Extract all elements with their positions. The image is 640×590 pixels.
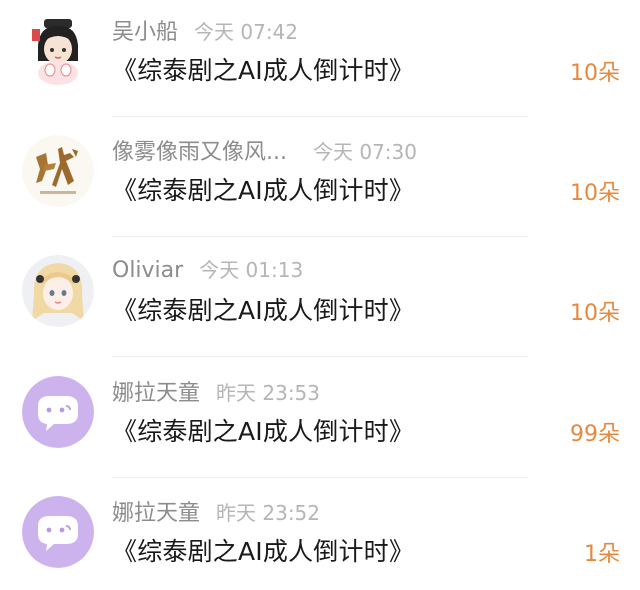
timestamp: 今天 07:30 (312, 140, 417, 164)
flower-count: 1朵 (584, 542, 620, 567)
default-chat-avatar-icon (22, 496, 94, 568)
sender-name[interactable]: 像雾像雨又像风... (112, 140, 287, 165)
calligraphy-zhan-avatar-icon (22, 135, 94, 207)
blonde-girl-avatar-icon (22, 255, 94, 327)
sender-name[interactable]: Oliviar (112, 258, 183, 283)
list-item[interactable]: Oliviar 今天 01:13 《综泰剧之AI成人倒计时》 10朵 (0, 237, 640, 357)
sender-name[interactable]: 娜拉天童 (112, 501, 200, 526)
list-item[interactable]: 娜拉天童 昨天 23:52 《综泰剧之AI成人倒计时》 1朵 (0, 478, 640, 590)
gift-title: 《综泰剧之AI成人倒计时》 (112, 176, 415, 205)
flower-count: 10朵 (570, 301, 620, 326)
list-item[interactable]: 像雾像雨又像风... 今天 07:30 《综泰剧之AI成人倒计时》 10朵 (0, 117, 640, 237)
sender-name[interactable]: 娜拉天童 (112, 381, 200, 406)
default-chat-avatar-icon (22, 376, 94, 448)
divider (112, 356, 528, 357)
gift-record-list: 吴小船 今天 07:42 《综泰剧之AI成人倒计时》 10朵 像雾像雨又像风...… (0, 0, 640, 590)
flower-count: 10朵 (570, 61, 620, 86)
gift-title: 《综泰剧之AI成人倒计时》 (112, 417, 415, 446)
gift-title: 《综泰剧之AI成人倒计时》 (112, 537, 415, 566)
timestamp: 今天 07:42 (194, 20, 299, 44)
avatar[interactable] (22, 135, 94, 207)
list-item[interactable]: 娜拉天童 昨天 23:53 《综泰剧之AI成人倒计时》 99朵 (0, 358, 640, 478)
timestamp: 昨天 23:53 (216, 381, 321, 405)
avatar[interactable] (22, 376, 94, 448)
gift-title: 《综泰剧之AI成人倒计时》 (112, 296, 415, 325)
gift-title: 《综泰剧之AI成人倒计时》 (112, 56, 415, 85)
avatar[interactable] (22, 15, 94, 87)
timestamp: 昨天 23:52 (216, 501, 321, 525)
list-item[interactable]: 吴小船 今天 07:42 《综泰剧之AI成人倒计时》 10朵 (0, 0, 640, 117)
flower-count: 99朵 (570, 422, 620, 447)
anime-girl-avatar-icon (22, 15, 94, 87)
avatar[interactable] (22, 496, 94, 568)
flower-count: 10朵 (570, 181, 620, 206)
timestamp: 今天 01:13 (199, 258, 304, 282)
sender-name[interactable]: 吴小船 (112, 20, 178, 45)
avatar[interactable] (22, 255, 94, 327)
